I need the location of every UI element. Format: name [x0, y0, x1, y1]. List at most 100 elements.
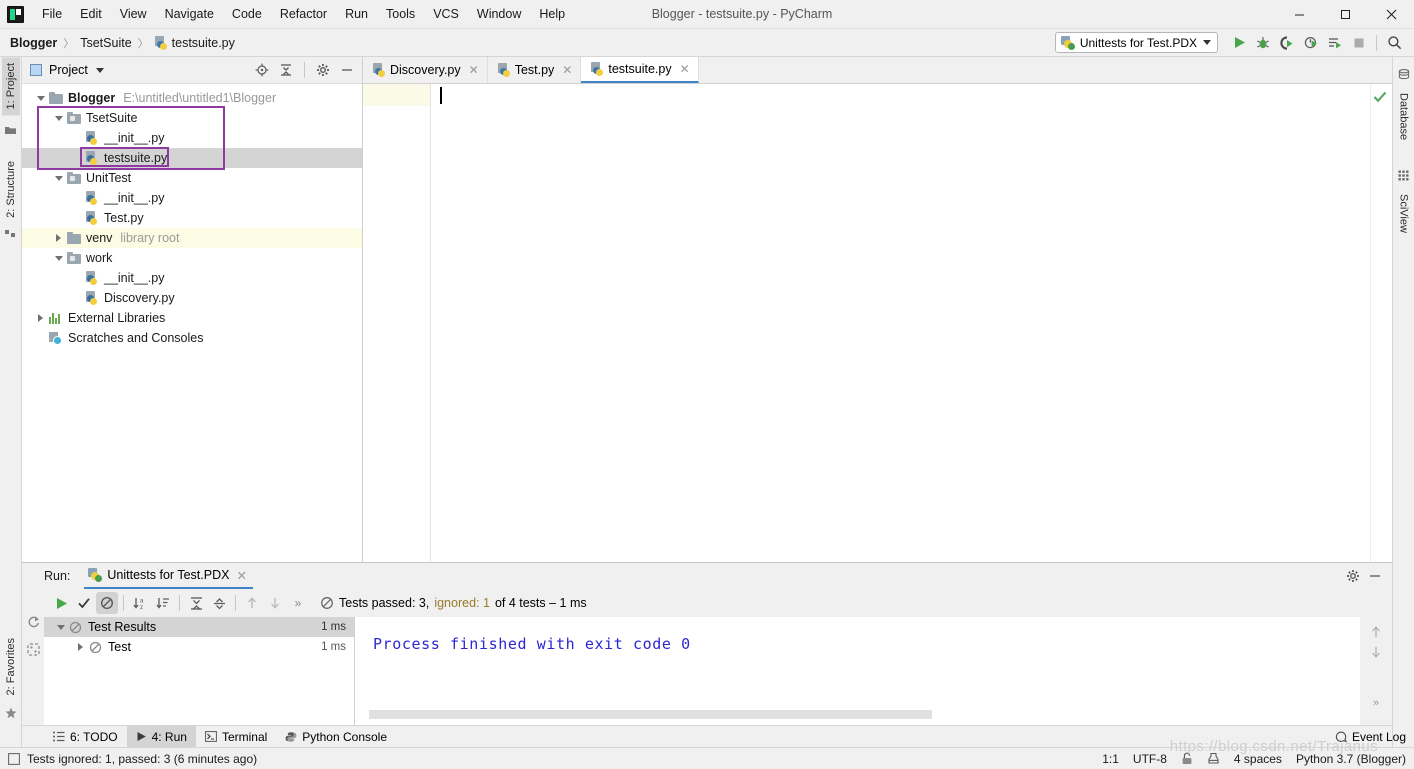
settings-gear-icon[interactable] [312, 59, 334, 81]
breadcrumb-folder[interactable]: TsetSuite [80, 36, 131, 50]
show-passed-tests-icon[interactable] [73, 592, 95, 614]
close-icon[interactable]: ✕ [680, 62, 690, 76]
more-options-icon[interactable]: » [287, 592, 309, 614]
editor-gutter[interactable] [363, 84, 431, 562]
menu-edit[interactable]: Edit [71, 4, 111, 24]
tree-row[interactable]: __init__.py [22, 268, 362, 288]
tool-window-python-console[interactable]: Python Console [276, 726, 396, 748]
inspection-status-icon[interactable] [1370, 86, 1390, 108]
settings-gear-icon[interactable] [1342, 565, 1364, 587]
breadcrumb-file[interactable]: testsuite.py [154, 35, 235, 50]
inspection-level-icon[interactable] [1207, 752, 1220, 765]
lock-icon[interactable] [1181, 752, 1193, 765]
sort-by-duration-icon[interactable] [152, 592, 174, 614]
tool-window-run[interactable]: 4: Run [126, 725, 196, 748]
test-tree-row[interactable]: Test 1 ms [44, 637, 354, 657]
scroll-up-icon[interactable] [1369, 625, 1383, 639]
editor-right-gutter[interactable] [1370, 84, 1392, 562]
scroll-down-icon[interactable] [1369, 645, 1383, 659]
tree-row[interactable]: Scratches and Consoles [22, 328, 362, 348]
stop-button[interactable] [1347, 31, 1371, 55]
prev-failed-test-icon[interactable] [241, 592, 263, 614]
tree-row[interactable]: TsetSuite [22, 108, 362, 128]
tool-window-terminal[interactable]: Terminal [196, 726, 276, 748]
editor-tab-discovery[interactable]: Discovery.py ✕ [363, 57, 488, 83]
sidebar-tab-structure[interactable]: 2: Structure [2, 155, 20, 224]
hide-panel-icon[interactable] [336, 59, 358, 81]
editor-tab-testsuite[interactable]: testsuite.py ✕ [581, 57, 699, 83]
tree-row[interactable]: venv library root [22, 228, 362, 248]
tree-arrow-right-icon[interactable] [34, 312, 47, 325]
tree-arrow-right-icon[interactable] [52, 232, 65, 245]
tree-arrow-down-icon[interactable] [34, 92, 47, 105]
code-text-area[interactable] [431, 84, 1370, 562]
menu-refactor[interactable]: Refactor [271, 4, 336, 24]
run-configuration-selector[interactable]: Unittests for Test.PDX [1054, 32, 1218, 53]
close-icon[interactable]: ✕ [236, 568, 246, 583]
run-button[interactable] [1227, 31, 1251, 55]
tree-row[interactable]: __init__.py [22, 128, 362, 148]
run-console[interactable]: Process finished with exit code 0 [355, 617, 1360, 725]
tree-row[interactable]: Discovery.py [22, 288, 362, 308]
next-failed-test-icon[interactable] [264, 592, 286, 614]
editor-tab-test[interactable]: Test.py ✕ [487, 57, 582, 83]
run-with-coverage-button[interactable] [1275, 31, 1299, 55]
python-interpreter[interactable]: Python 3.7 (Blogger) [1296, 752, 1406, 766]
breadcrumb-project[interactable]: Blogger [10, 36, 57, 50]
event-log-button[interactable]: Event Log [1335, 730, 1406, 744]
sidebar-tab-favorites[interactable]: 2: Favorites [2, 632, 20, 701]
menu-view[interactable]: View [111, 4, 156, 24]
sidebar-tab-sciview[interactable]: SciView [1395, 188, 1413, 239]
tool-window-todo[interactable]: 6: TODO [44, 726, 127, 748]
debug-button[interactable] [1251, 31, 1275, 55]
chevron-down-icon[interactable] [95, 67, 104, 73]
menu-code[interactable]: Code [223, 4, 271, 24]
collapse-all-icon[interactable] [208, 592, 230, 614]
tree-row[interactable]: Blogger E:\untitled\untitled1\Blogger [22, 88, 362, 108]
menu-help[interactable]: Help [530, 4, 574, 24]
rerun-tests-icon[interactable] [50, 592, 72, 614]
menu-run[interactable]: Run [336, 4, 377, 24]
minimize-button[interactable] [1276, 0, 1322, 29]
profile-button[interactable] [1299, 31, 1323, 55]
tree-arrow-down-icon[interactable] [54, 621, 67, 634]
maximize-button[interactable] [1322, 0, 1368, 29]
indent-setting[interactable]: 4 spaces [1234, 752, 1282, 766]
run-session-tab[interactable]: Unittests for Test.PDX ✕ [84, 563, 253, 589]
console-horizontal-scrollbar[interactable] [369, 710, 932, 719]
run-tests-button[interactable] [1323, 31, 1347, 55]
tree-row[interactable]: work [22, 248, 362, 268]
tree-row[interactable]: External Libraries [22, 308, 362, 328]
locate-icon[interactable] [251, 59, 273, 81]
tree-row[interactable]: testsuite.py [22, 148, 362, 168]
tree-arrow-right-icon[interactable] [74, 641, 87, 654]
rerun-failed-icon[interactable] [26, 615, 41, 630]
close-button[interactable] [1368, 0, 1414, 29]
close-icon[interactable]: ✕ [562, 63, 572, 77]
sidebar-tab-database[interactable]: Database [1395, 87, 1413, 146]
menu-window[interactable]: Window [468, 4, 530, 24]
tree-row[interactable]: Test.py [22, 208, 362, 228]
hide-panel-icon[interactable] [1364, 565, 1386, 587]
console-more-icon[interactable]: » [1373, 697, 1379, 725]
expand-all-icon[interactable] [185, 592, 207, 614]
tree-arrow-down-icon[interactable] [52, 172, 65, 185]
menu-navigate[interactable]: Navigate [156, 4, 223, 24]
tree-row[interactable]: __init__.py [22, 188, 362, 208]
close-icon[interactable]: ✕ [469, 63, 479, 77]
search-everywhere-icon[interactable] [1382, 31, 1406, 55]
sidebar-tab-project[interactable]: 1: Project [1, 57, 20, 116]
caret-position[interactable]: 1:1 [1102, 752, 1119, 766]
test-tree-row[interactable]: Test Results 1 ms [44, 617, 354, 637]
menu-file[interactable]: File [33, 4, 71, 24]
menu-tools[interactable]: Tools [377, 4, 424, 24]
tree-arrow-down-icon[interactable] [52, 252, 65, 265]
tree-arrow-down-icon[interactable] [52, 112, 65, 125]
menu-vcs[interactable]: VCS [424, 4, 468, 24]
sort-alphabetically-icon[interactable]: az [129, 592, 151, 614]
file-encoding[interactable]: UTF-8 [1133, 752, 1167, 766]
collapse-all-icon[interactable] [275, 59, 297, 81]
tree-row[interactable]: UnitTest [22, 168, 362, 188]
toggle-auto-test-icon[interactable] [26, 642, 41, 657]
show-ignored-tests-icon[interactable] [96, 592, 118, 614]
